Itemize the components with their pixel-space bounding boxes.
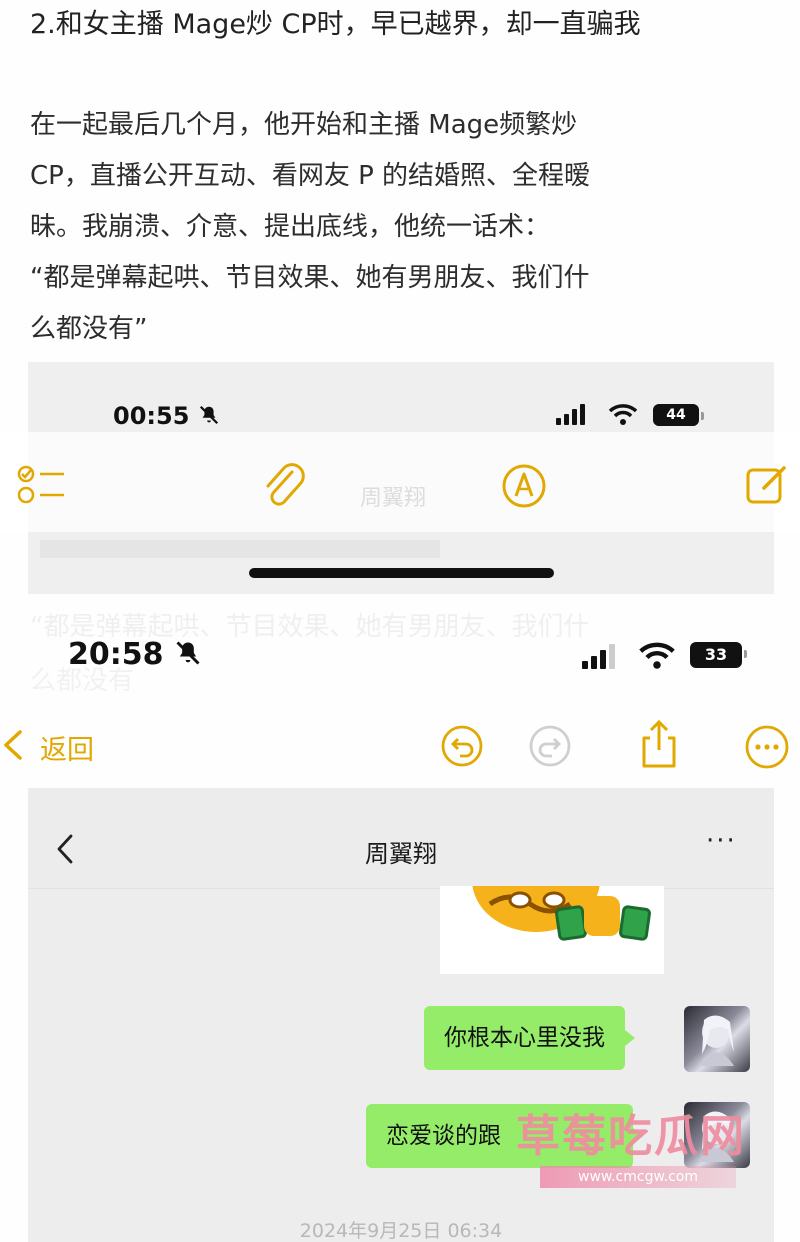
status-time-text: 20:58	[68, 637, 164, 672]
ghost-title: 周翼翔	[360, 486, 427, 511]
mute-bell-icon	[199, 405, 218, 425]
article-paragraph: 在一起最后几个月，他开始和主播 Mage频繁炒 CP，直播公开互动、看网友 P …	[30, 100, 770, 355]
paragraph-line: 在一起最后几个月，他开始和主播 Mage频繁炒	[30, 110, 578, 140]
avatar[interactable]	[684, 1006, 750, 1072]
battery-indicator: 44	[653, 404, 704, 426]
signal-icon	[582, 644, 615, 669]
notes-nav-bar	[0, 712, 800, 782]
share-icon[interactable]	[638, 718, 680, 770]
chat-header: 周翼翔 ···	[28, 788, 774, 889]
paragraph-line: 昧。我崩溃、介意、提出底线，他统一话术：	[30, 212, 551, 242]
paragraph-line: 么都没有”	[30, 314, 148, 344]
chat-timestamp: 2024年9月25日 06:34	[299, 1220, 503, 1242]
status-time-text: 00:55	[113, 402, 190, 430]
article-heading: 2.和女主播 Mage炒 CP时，早已越界，却一直骗我	[30, 9, 641, 40]
paperclip-icon[interactable]	[262, 460, 306, 512]
faint-divider	[40, 540, 440, 558]
back-button[interactable]: 返回	[40, 728, 94, 767]
paragraph-line: “都是弹幕起哄、节目效果、她有男朋友、我们什	[30, 263, 590, 293]
wifi-icon	[639, 642, 675, 669]
chat-contact-name: 周翼翔	[365, 840, 437, 868]
chat-bubble-outgoing[interactable]: 你根本心里没我	[424, 1006, 635, 1070]
paragraph-line: CP，直播公开互动、看网友 P 的结婚照、全程暧	[30, 161, 591, 191]
wifi-icon	[608, 404, 638, 425]
more-circle-icon[interactable]	[744, 724, 790, 770]
redo-icon[interactable]	[528, 724, 572, 768]
avatar-image	[698, 1015, 734, 1066]
battery-level: 33	[704, 645, 728, 664]
watermark-logo: 草莓吃瓜网	[516, 1111, 746, 1162]
message-text: 你根本心里没我	[444, 1025, 605, 1051]
undo-icon[interactable]	[440, 724, 484, 768]
sticker-message[interactable]	[440, 886, 664, 974]
praying-emoji-sticker	[472, 886, 651, 941]
battery-indicator: 33	[690, 642, 747, 668]
status-time: 20:58	[68, 637, 202, 672]
signal-icon	[556, 404, 585, 425]
article-section: 2.和女主播 Mage炒 CP时，早已越界，却一直骗我 在一起最后几个月，他开始…	[0, 0, 800, 362]
back-chevron-icon[interactable]	[0, 728, 26, 762]
chat-more-button[interactable]: ···	[706, 826, 737, 856]
checklist-icon[interactable]	[16, 462, 66, 508]
markup-pen-icon[interactable]	[500, 462, 548, 510]
message-text: 恋爱谈的跟	[386, 1123, 501, 1149]
status-time: 00:55	[113, 402, 220, 430]
battery-level: 44	[666, 407, 686, 423]
home-indicator	[249, 568, 554, 578]
watermark-url: www.cmcgw.com	[540, 1166, 736, 1188]
mute-bell-icon	[176, 641, 200, 665]
compose-icon[interactable]	[744, 462, 790, 508]
